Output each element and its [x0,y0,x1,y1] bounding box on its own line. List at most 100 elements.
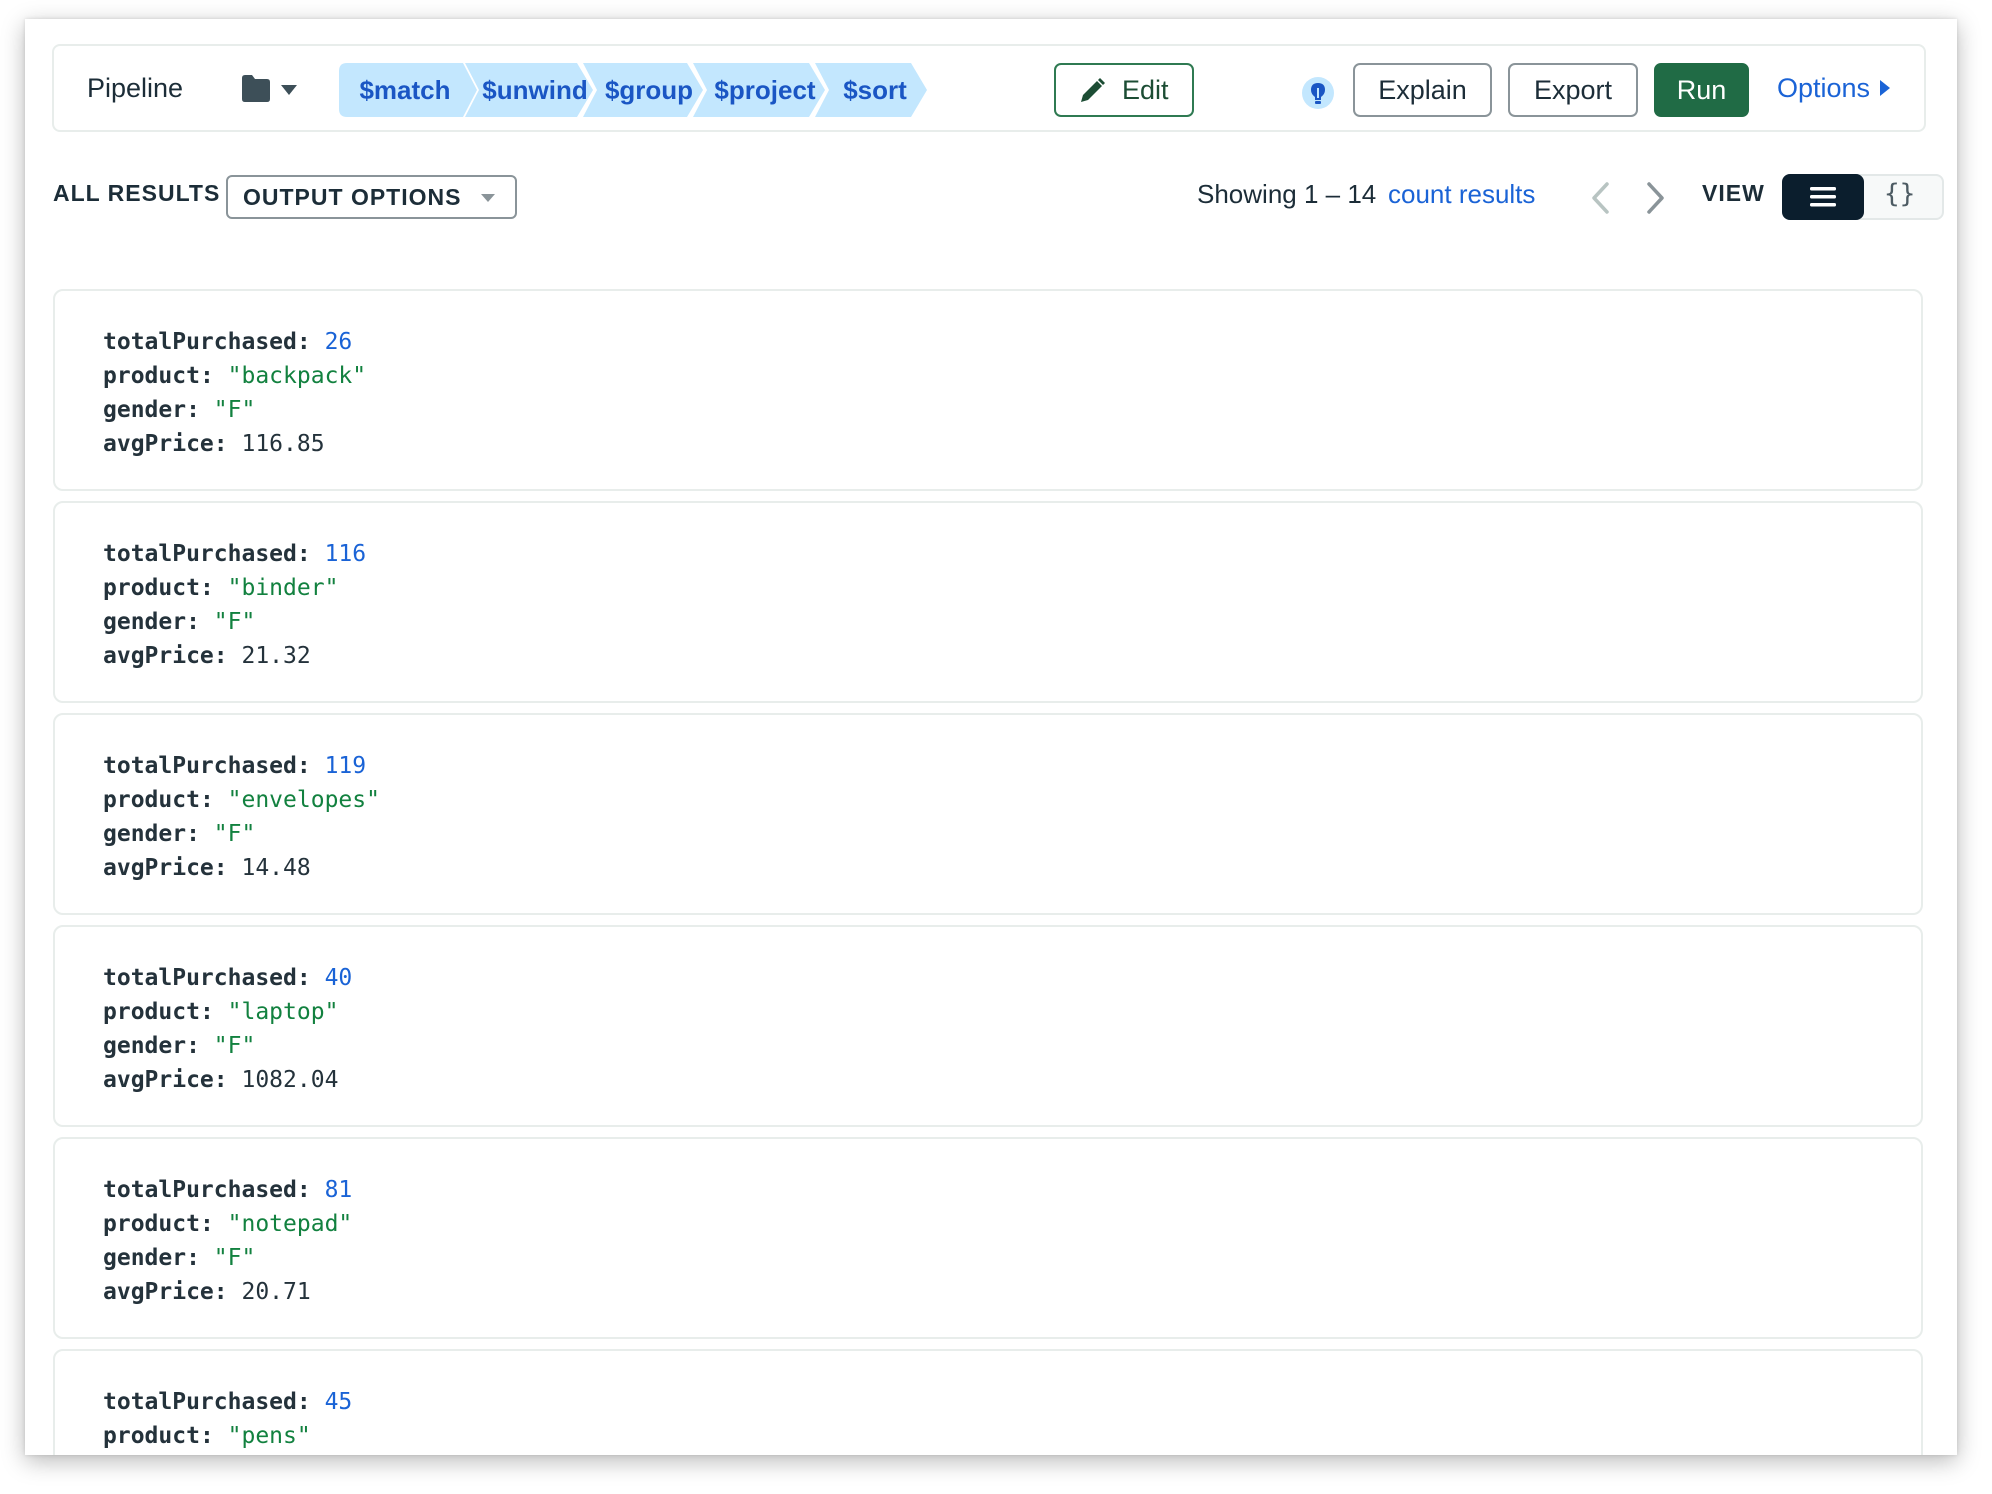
field-key: totalPurchased [103,965,297,991]
field-value: "binder" [227,575,339,601]
field-key: gender [103,821,187,847]
field-key: totalPurchased [103,329,297,355]
field-row: product: "notepad" [103,1211,353,1237]
caret-right-icon [1880,80,1891,96]
field-row: gender: "F" [103,821,256,847]
output-options-dropdown[interactable]: OUTPUT OPTIONS [226,175,517,219]
export-button[interactable]: Export [1508,63,1638,117]
field-value: "notepad" [227,1211,353,1237]
field-value: 20.71 [241,1279,311,1305]
options-label: Options [1777,73,1871,103]
field-value: "F" [213,609,256,635]
count-results-link[interactable]: count results [1388,179,1535,210]
document-fields: totalPurchased: 45 product: "pens" [103,1385,352,1453]
field-row: gender: "F" [103,1245,256,1271]
field-row: totalPurchased: 26 [103,329,353,355]
field-row: totalPurchased: 40 [103,965,353,991]
braces-icon[interactable]: {} [1884,179,1915,209]
document-card[interactable]: totalPurchased: 26 product: "backpack" gen… [53,289,1923,491]
field-row: avgPrice: 1082.04 [103,1067,339,1093]
field-row: product: "binder" [103,575,339,601]
document-card[interactable]: totalPurchased: 116 product: "binder" gend… [53,501,1923,703]
field-row: totalPurchased: 45 [103,1389,353,1415]
field-key: product [103,1211,200,1237]
field-key: totalPurchased [103,541,297,567]
stage-group[interactable]: $group [583,63,705,117]
output-options-label: OUTPUT OPTIONS [243,184,462,210]
document-card[interactable]: totalPurchased: 81 product: "notepad" gend… [53,1137,1923,1339]
field-row: product: "backpack" [103,363,367,389]
stage-label: $sort [843,75,907,105]
all-results-label: ALL RESULTS [53,180,221,206]
stage-project[interactable]: $project [693,63,827,117]
chevron-down-icon [281,85,297,95]
field-row: gender: "F" [103,397,256,423]
pencil-icon [1081,78,1105,102]
field-row: totalPurchased: 81 [103,1177,353,1203]
document-fields: totalPurchased: 116 product: "binder" gend… [103,537,366,673]
list-icon [1810,187,1836,207]
lightbulb-icon[interactable] [1301,76,1335,110]
stage-label: $group [604,75,694,105]
field-value: 21.32 [241,643,311,669]
field-row: gender: "F" [103,609,256,635]
document-fields: totalPurchased: 119 product: "envelopes" g… [103,749,380,885]
stage-sort[interactable]: $sort [815,63,929,117]
field-value: 116 [324,541,367,567]
field-value: 116.85 [241,431,325,457]
stage-unwind[interactable]: $unwind [465,63,595,117]
edit-button[interactable]: Edit [1054,63,1194,117]
field-value: "pens" [227,1423,311,1449]
stage-match[interactable]: $match [339,63,479,117]
field-row: product: "laptop" [103,999,339,1025]
stage-label: $unwind [482,75,588,105]
document-card[interactable]: totalPurchased: 40 product: "laptop" gende… [53,925,1923,1127]
field-row: avgPrice: 116.85 [103,431,325,457]
field-key: product [103,363,200,389]
field-row: avgPrice: 20.71 [103,1279,311,1305]
field-key: totalPurchased [103,1177,297,1203]
field-value: 40 [324,965,353,991]
field-key: avgPrice [103,1279,214,1305]
field-key: gender [103,609,187,635]
field-row: avgPrice: 21.32 [103,643,311,669]
field-key: gender [103,1245,187,1271]
results-range: Showing 1 – 14 [1197,179,1377,209]
field-row: totalPurchased: 119 [103,753,367,779]
saved-pipelines-button[interactable] [240,72,304,106]
field-value: 45 [324,1389,353,1415]
field-key: totalPurchased [103,753,297,779]
field-key: avgPrice [103,643,214,669]
chevron-left-icon[interactable] [1589,181,1611,215]
field-row: product: "envelopes" [103,787,380,813]
document-fields: totalPurchased: 40 product: "laptop" gende… [103,961,352,1097]
field-value: 26 [324,329,353,355]
view-label: VIEW [1702,180,1765,206]
document-fields: totalPurchased: 81 product: "notepad" gend… [103,1173,352,1309]
field-key: product [103,999,200,1025]
field-value: "laptop" [227,999,339,1025]
field-key: totalPurchased [103,1389,297,1415]
field-value: 81 [324,1177,353,1203]
view-toggle: {} [1782,174,1944,220]
chevron-down-icon [481,194,495,202]
field-row: product: "pens" [103,1423,311,1449]
document-card[interactable]: totalPurchased: 119 product: "envelopes" g… [53,713,1923,915]
field-row: totalPurchased: 116 [103,541,367,567]
document-fields: totalPurchased: 26 product: "backpack" gen… [103,325,366,461]
field-value: 14.48 [241,855,311,881]
field-key: avgPrice [103,855,214,881]
field-value: "F" [213,397,256,423]
field-value: "F" [213,1033,256,1059]
field-value: "envelopes" [227,787,380,813]
chevron-right-icon[interactable] [1645,181,1667,215]
field-key: avgPrice [103,1067,214,1093]
pipeline-title: Pipeline [87,73,184,103]
run-button[interactable]: Run [1654,63,1749,117]
explain-button[interactable]: Explain [1353,63,1492,117]
field-key: gender [103,397,187,423]
list-view-button[interactable] [1782,174,1864,220]
options-toggle[interactable]: Options [1777,73,1891,104]
document-card[interactable]: totalPurchased: 45 product: "pens" [53,1349,1923,1455]
field-key: gender [103,1033,187,1059]
